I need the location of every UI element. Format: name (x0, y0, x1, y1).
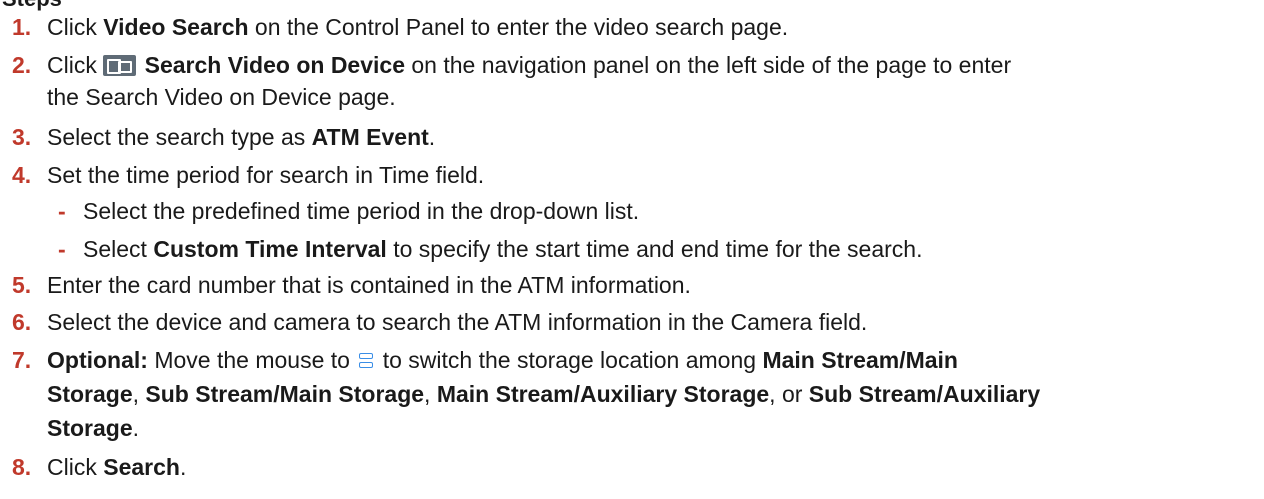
step-text: Set the time period for search in Time f… (47, 162, 485, 188)
step-text: Click Search Video on Device on the navi… (47, 52, 1012, 78)
step-text: Select the search type as ATM Event. (47, 124, 436, 150)
step-text: Optional: Move the mouse to to switch th… (47, 347, 958, 373)
step-number: 3. (12, 124, 32, 150)
substep-text: Select the predefined time period in the… (83, 198, 640, 224)
step-7-continuation-2: Storage. (47, 415, 140, 441)
step-number: 7. (12, 347, 32, 373)
step-text: Click Video Search on the Control Panel … (47, 14, 789, 40)
bullet-dash: - (58, 236, 66, 262)
step-text: Click Search. (47, 454, 187, 480)
storage-icon[interactable] (358, 352, 374, 370)
section-heading: Steps (2, 0, 62, 10)
step-number: 2. (12, 52, 32, 78)
step-number: 5. (12, 272, 32, 298)
step-number: 1. (12, 14, 32, 40)
step-number: 4. (12, 162, 32, 188)
step-text: Select the device and camera to search t… (47, 309, 868, 335)
step-7-continuation: Storage, Sub Stream/Main Storage, Main S… (47, 381, 1041, 407)
bullet-dash: - (58, 198, 66, 224)
step-2-continuation: the Search Video on Device page. (47, 84, 396, 110)
search-video-icon (103, 55, 137, 76)
step-text: Enter the card number that is contained … (47, 272, 691, 298)
substep-text: Select Custom Time Interval to specify t… (83, 236, 923, 262)
step-number: 8. (12, 454, 32, 480)
step-number: 6. (12, 309, 32, 335)
